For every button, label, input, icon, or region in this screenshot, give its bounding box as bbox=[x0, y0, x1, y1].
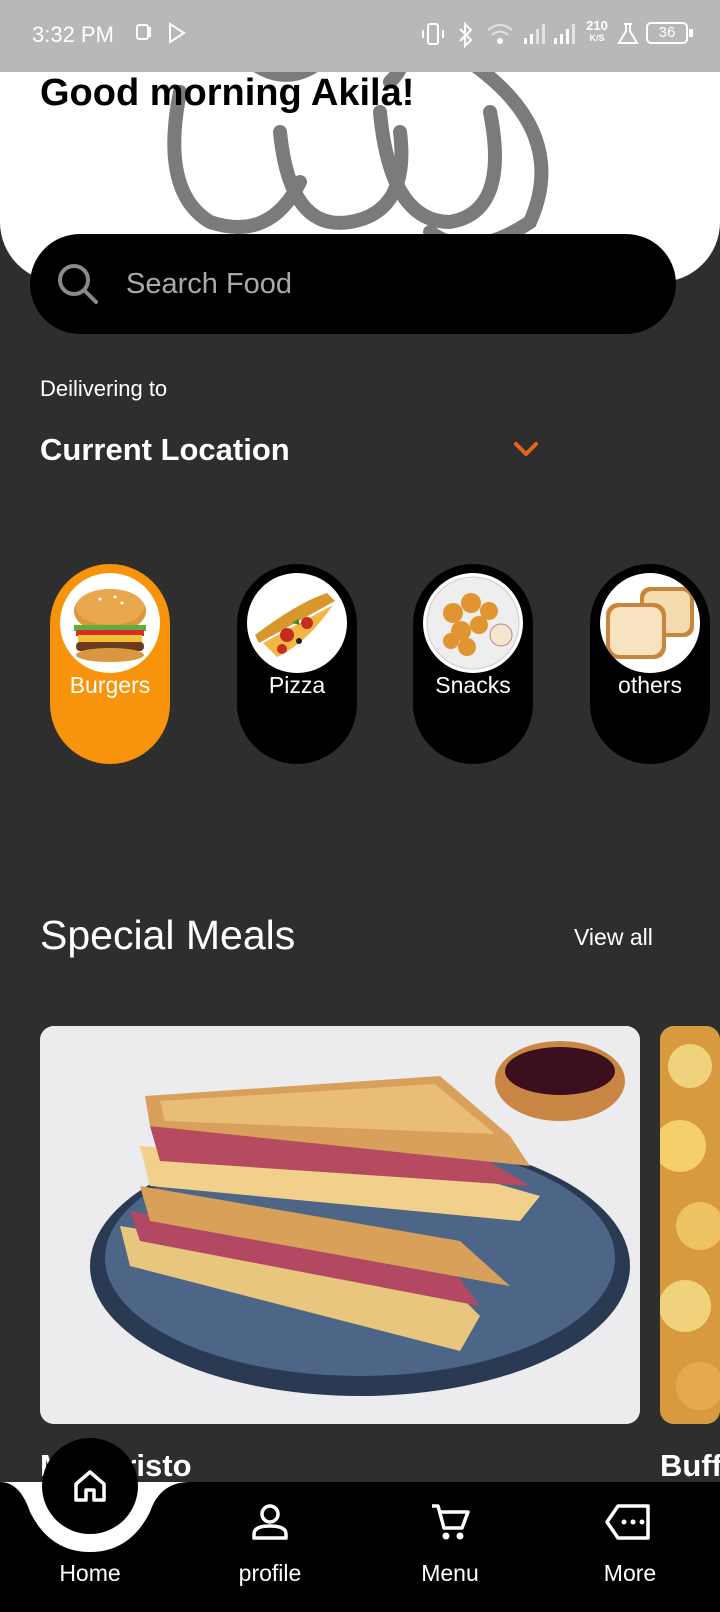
delivering-label: Deilivering to bbox=[40, 376, 168, 401]
pizza-image bbox=[247, 573, 347, 673]
flask-icon bbox=[617, 23, 639, 44]
category-label: Burgers bbox=[69, 672, 151, 698]
network-speed: 210 K/S bbox=[582, 18, 612, 44]
battery-tip bbox=[689, 29, 693, 37]
search-icon bbox=[58, 264, 98, 304]
status-time: 3:32 PM bbox=[32, 22, 114, 47]
status-bar: 3:32 PM 210 K/S 36 bbox=[0, 0, 720, 72]
category-label: Snacks bbox=[435, 672, 511, 698]
chevron-down-icon[interactable] bbox=[512, 438, 540, 460]
bluetooth-icon bbox=[459, 22, 473, 48]
notification-icon bbox=[136, 24, 151, 40]
snacks-image bbox=[423, 573, 523, 673]
nav-menu[interactable]: Menu bbox=[380, 1560, 520, 1587]
meal-name: Buff bbox=[660, 1448, 720, 1483]
battery-level: 36 bbox=[658, 24, 676, 41]
nav-profile[interactable]: profile bbox=[200, 1560, 340, 1587]
meal-card-image-2[interactable] bbox=[660, 1026, 720, 1424]
cart-icon[interactable] bbox=[428, 1500, 472, 1544]
battery-indicator: 36 bbox=[646, 22, 688, 44]
category-burgers[interactable]: Burgers bbox=[50, 564, 170, 764]
home-icon bbox=[74, 1470, 106, 1502]
signal-icon-2 bbox=[554, 24, 575, 44]
speed-value: 210 bbox=[586, 18, 608, 33]
signal-icon-1 bbox=[524, 24, 545, 44]
search-input-placeholder[interactable]: Search Food bbox=[126, 268, 292, 301]
wifi-icon bbox=[487, 24, 513, 44]
meal-card-image[interactable] bbox=[40, 1026, 640, 1424]
special-meals-title: Special Meals bbox=[40, 912, 296, 958]
category-others[interactable]: others bbox=[590, 564, 710, 764]
view-all-link[interactable]: View all bbox=[574, 924, 653, 951]
play-store-icon bbox=[169, 22, 186, 44]
burger-image bbox=[60, 573, 160, 673]
buffet-image bbox=[660, 1026, 720, 1424]
greeting-title: Good morning Akila! bbox=[40, 72, 415, 114]
more-tag-icon[interactable] bbox=[604, 1500, 654, 1544]
category-label: others bbox=[618, 672, 682, 698]
category-label: Pizza bbox=[268, 672, 326, 698]
person-icon[interactable] bbox=[248, 1500, 292, 1544]
sandwich-image bbox=[40, 1026, 640, 1424]
nav-home[interactable]: Home bbox=[20, 1560, 160, 1587]
nav-more[interactable]: More bbox=[560, 1560, 700, 1587]
category-pizza[interactable]: Pizza bbox=[237, 564, 357, 764]
speed-unit: K/S bbox=[589, 33, 605, 43]
bread-image bbox=[600, 573, 700, 673]
current-location[interactable]: Current Location bbox=[40, 432, 290, 468]
category-snacks[interactable]: Snacks bbox=[413, 564, 533, 764]
vibrate-icon bbox=[422, 23, 444, 45]
